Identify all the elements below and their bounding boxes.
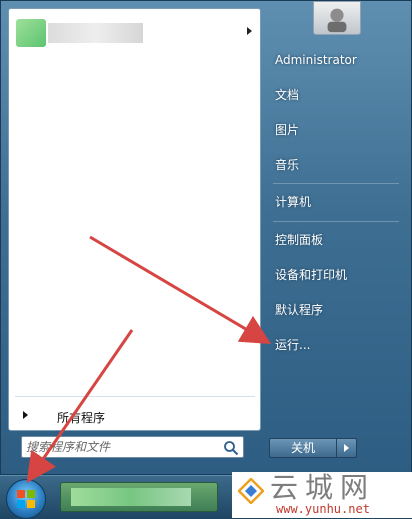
menu-item-control-panel[interactable]: 控制面板 <box>271 228 401 252</box>
search-icon[interactable] <box>223 440 239 456</box>
arrow-right-icon <box>23 411 28 419</box>
menu-item-music[interactable]: 音乐 <box>271 153 401 177</box>
pinned-program-item[interactable] <box>12 13 256 53</box>
menu-item-documents[interactable]: 文档 <box>271 83 401 107</box>
menu-item-default-programs[interactable]: 默认程序 <box>271 298 401 322</box>
start-menu: 所有程序 Administrator 文档 图片 音乐 计算机 控制面板 设备和… <box>0 0 412 475</box>
watermark-text: 云城网 <box>270 471 376 504</box>
windows-logo-icon <box>17 490 35 508</box>
watermark: 云城网 www.yunhu.net <box>232 472 412 518</box>
arrow-right-icon <box>344 444 349 452</box>
menu-item-administrator[interactable]: Administrator <box>271 48 401 72</box>
divider <box>15 396 255 397</box>
menu-item-computer[interactable]: 计算机 <box>271 190 401 214</box>
menu-item-devices-printers[interactable]: 设备和打印机 <box>271 263 401 287</box>
menu-item-pictures[interactable]: 图片 <box>271 118 401 142</box>
all-programs-label: 所有程序 <box>57 411 106 425</box>
watermark-url: www.yunhu.net <box>276 502 370 516</box>
divider <box>273 221 399 222</box>
search-input[interactable] <box>26 439 216 455</box>
divider <box>273 183 399 184</box>
user-avatar[interactable] <box>313 1 361 35</box>
search-box[interactable] <box>21 436 244 458</box>
watermark-logo-icon <box>238 478 264 504</box>
user-picture-icon <box>327 8 347 33</box>
taskbar-app-button[interactable] <box>60 482 218 512</box>
shutdown-options-button[interactable] <box>337 438 357 458</box>
all-programs-item[interactable]: 所有程序 <box>17 402 255 430</box>
app-name-blurred <box>71 488 191 506</box>
right-pane: Administrator 文档 图片 音乐 计算机 控制面板 设备和打印机 默… <box>263 1 412 476</box>
program-icon <box>16 19 46 47</box>
menu-item-run[interactable]: 运行... <box>271 333 401 357</box>
submenu-arrow-icon[interactable] <box>247 27 252 35</box>
shutdown-button[interactable]: 关机 <box>269 438 337 458</box>
program-name-blurred <box>48 23 143 43</box>
start-button[interactable] <box>6 479 46 519</box>
programs-pane: 所有程序 <box>8 8 261 431</box>
